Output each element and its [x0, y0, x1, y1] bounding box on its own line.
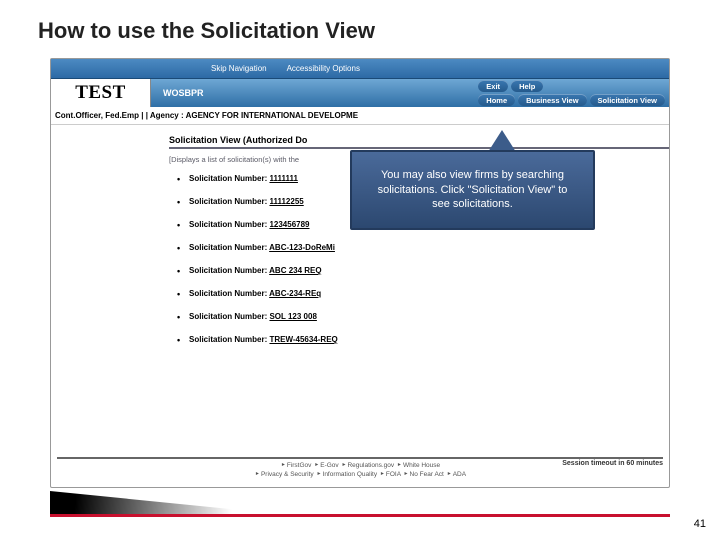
solicitation-label: Solicitation Number: [189, 312, 269, 321]
solicitation-link[interactable]: 1111111 [269, 174, 298, 183]
slide-title: How to use the Solicitation View [0, 0, 720, 44]
solicitation-view-button[interactable]: Solicitation View [590, 94, 665, 106]
solicitation-link[interactable]: TREW-45634-REQ [269, 335, 337, 344]
help-button[interactable]: Help [511, 80, 543, 92]
instruction-callout: You may also view firms by searching sol… [350, 150, 595, 230]
footer: ▸FirstGov ▸E-Gov ▸Regulations.gov ▸White… [51, 457, 669, 479]
solicitation-label: Solicitation Number: [189, 335, 269, 344]
business-view-button[interactable]: Business View [518, 94, 586, 106]
user-info-bar: Cont.Officer, Fed.Emp | | Agency : AGENC… [51, 107, 669, 125]
solicitation-label: Solicitation Number: [189, 174, 269, 183]
solicitation-link[interactable]: ABC 234 REQ [269, 266, 321, 275]
product-label: WOSBPR [163, 88, 204, 98]
footer-link[interactable]: White House [403, 462, 440, 469]
accessibility-options-link[interactable]: Accessibility Options [287, 64, 360, 73]
solicitation-label: Solicitation Number: [189, 289, 269, 298]
top-bar: Skip Navigation Accessibility Options [51, 59, 669, 79]
solicitation-item: Solicitation Number: ABC-123-DoReMi [177, 243, 669, 252]
callout-pointer [488, 130, 516, 152]
footer-link[interactable]: FirstGov [287, 462, 312, 469]
solicitation-item: Solicitation Number: ABC-234-REq [177, 289, 669, 298]
solicitation-label: Solicitation Number: [189, 243, 269, 252]
solicitation-label: Solicitation Number: [189, 197, 269, 206]
footer-link[interactable]: Privacy & Security [261, 471, 314, 478]
footer-link[interactable]: Information Quality [323, 471, 378, 478]
home-button[interactable]: Home [478, 94, 515, 106]
footer-link[interactable]: Regulations.gov [347, 462, 394, 469]
solicitation-label: Solicitation Number: [189, 266, 269, 275]
logo: TEST [51, 79, 151, 107]
solicitation-label: Solicitation Number: [189, 220, 269, 229]
solicitation-link[interactable]: 11112255 [269, 197, 303, 206]
footer-link[interactable]: ADA [453, 471, 466, 478]
solicitation-item: Solicitation Number: ABC 234 REQ [177, 266, 669, 275]
solicitation-link[interactable]: SOL 123 008 [269, 312, 316, 321]
footer-link[interactable]: No Fear Act [410, 471, 444, 478]
section-header: Solicitation View (Authorized Do [169, 129, 669, 149]
solicitation-item: Solicitation Number: TREW-45634-REQ [177, 335, 669, 344]
footer-link[interactable]: FOIA [386, 471, 401, 478]
application-frame: Skip Navigation Accessibility Options TE… [50, 58, 670, 488]
solicitation-link[interactable]: 123456789 [269, 220, 309, 229]
footer-link[interactable]: E-Gov [320, 462, 338, 469]
session-timeout-label: Session timeout in 60 minutes [562, 460, 663, 467]
skip-navigation-link[interactable]: Skip Navigation [211, 64, 267, 73]
solicitation-link[interactable]: ABC-123-DoReMi [269, 243, 335, 252]
brand-row: TEST WOSBPR Exit Help Home Business View… [51, 79, 669, 107]
exit-button[interactable]: Exit [478, 80, 508, 92]
decorative-red-line [50, 514, 670, 517]
solicitation-item: Solicitation Number: SOL 123 008 [177, 312, 669, 321]
page-number: 41 [694, 518, 706, 530]
solicitation-link[interactable]: ABC-234-REq [269, 289, 321, 298]
nav-buttons: Exit Help Home Business View Solicitatio… [478, 79, 665, 107]
